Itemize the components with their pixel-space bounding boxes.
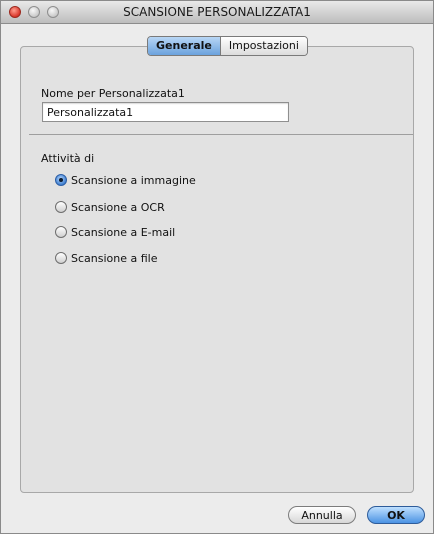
activity-label: Attività di <box>41 152 95 165</box>
radio-label: Scansione a E-mail <box>71 225 176 239</box>
cancel-button[interactable]: Annulla <box>288 506 356 524</box>
name-input[interactable]: Personalizzata1 <box>42 102 289 122</box>
radio-unchecked-icon[interactable] <box>55 252 67 264</box>
radio-label: Scansione a file <box>71 251 158 265</box>
radio-option-immagine[interactable]: Scansione a immagine <box>55 172 196 188</box>
window-title: SCANSIONE PERSONALIZZATA1 <box>123 5 311 19</box>
radio-unchecked-icon[interactable] <box>55 226 67 238</box>
radio-label: Scansione a OCR <box>71 200 165 214</box>
tab-generale[interactable]: Generale <box>148 37 221 55</box>
radio-option-file[interactable]: Scansione a file <box>55 250 158 266</box>
section-separator <box>29 134 413 135</box>
title-bar[interactable]: SCANSIONE PERSONALIZZATA1 <box>1 1 433 24</box>
radio-label: Scansione a immagine <box>71 173 196 187</box>
dialog-window: SCANSIONE PERSONALIZZATA1 Generale Impos… <box>0 0 434 534</box>
radio-option-ocr[interactable]: Scansione a OCR <box>55 199 165 215</box>
radio-option-email[interactable]: Scansione a E-mail <box>55 224 175 240</box>
tab-bar: Generale Impostazioni <box>147 36 308 56</box>
radio-unchecked-icon[interactable] <box>55 201 67 213</box>
tab-impostazioni[interactable]: Impostazioni <box>220 37 307 55</box>
name-field-label: Nome per Personalizzata1 <box>41 87 185 100</box>
ok-button[interactable]: OK <box>367 506 425 524</box>
radio-checked-icon[interactable] <box>55 174 67 186</box>
